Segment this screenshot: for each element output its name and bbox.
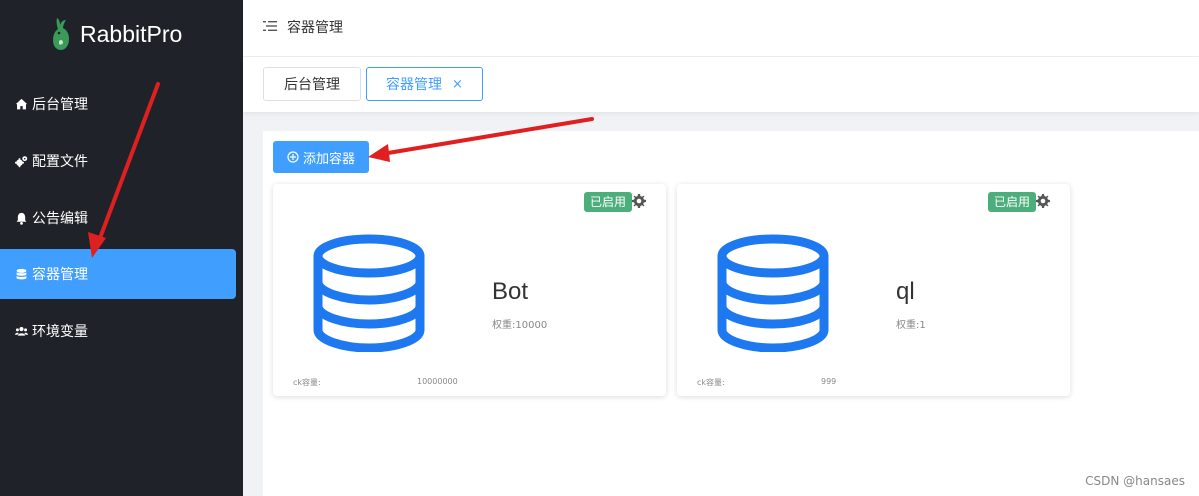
- sidebar-item-label: 后台管理: [32, 97, 88, 113]
- container-weight: 权重:1: [896, 320, 926, 331]
- capacity-value: 999: [821, 377, 837, 386]
- sidebar-item-label: 公告编辑: [32, 211, 88, 227]
- database-icon: [313, 234, 425, 352]
- menu-fold-icon[interactable]: [263, 19, 277, 33]
- add-container-label: 添加容器: [302, 151, 355, 167]
- status-badge: 已启用: [583, 192, 632, 212]
- container-name: ql: [896, 278, 915, 305]
- gear-icon[interactable]: [632, 194, 646, 208]
- tab-close-button[interactable]: ×: [452, 77, 463, 92]
- sidebar-item-label: 配置文件: [32, 154, 88, 170]
- users-icon: [14, 324, 28, 338]
- top-bar: 容器管理: [243, 0, 1199, 57]
- add-container-button[interactable]: 添加容器: [273, 141, 369, 173]
- sidebar-item-label: 环境变量: [32, 324, 88, 340]
- tab-dashboard[interactable]: 后台管理: [263, 67, 361, 101]
- sidebar-item-containers[interactable]: 容器管理: [0, 249, 236, 299]
- tab-label: 容器管理: [386, 77, 443, 93]
- gear-icon[interactable]: [1036, 194, 1050, 208]
- gears-icon: [14, 154, 28, 168]
- sidebar: RabbitPro 后台管理 配置文件 公告编辑 容器管理 环境变量: [0, 0, 243, 496]
- sidebar-item-notice[interactable]: 公告编辑: [0, 193, 236, 243]
- sidebar-item-label: 容器管理: [32, 267, 88, 283]
- database-icon: [14, 267, 28, 281]
- bell-icon: [14, 211, 28, 225]
- container-card[interactable]: 已启用 ql 权重:1 ck容量: 999: [677, 184, 1070, 396]
- container-name: Bot: [492, 278, 529, 305]
- capacity-label: ck容量:: [697, 378, 725, 387]
- brand[interactable]: RabbitPro: [50, 16, 182, 52]
- tab-containers[interactable]: 容器管理 ×: [366, 67, 483, 101]
- container-card[interactable]: 已启用 Bot 权重:10000 ck容量: 10000000: [273, 184, 666, 396]
- container-weight: 权重:10000: [492, 320, 548, 331]
- sidebar-item-dashboard[interactable]: 后台管理: [0, 79, 236, 129]
- database-icon: [717, 234, 829, 352]
- capacity-label: ck容量:: [293, 378, 321, 387]
- status-badge: 已启用: [987, 192, 1036, 212]
- plus-circle-icon: [287, 151, 299, 163]
- main-content: 添加容器 已启用 Bot 权重:10000 ck容量: 10000000 已启用: [263, 131, 1199, 496]
- watermark: CSDN @hansaes: [1085, 474, 1185, 488]
- sidebar-item-config[interactable]: 配置文件: [0, 136, 236, 186]
- brand-title: RabbitPro: [80, 20, 183, 47]
- sidebar-item-env[interactable]: 环境变量: [0, 306, 236, 356]
- rabbit-logo-icon: [53, 18, 69, 50]
- page-title: 容器管理: [287, 20, 343, 36]
- capacity-value: 10000000: [417, 377, 458, 386]
- tab-label: 后台管理: [284, 77, 340, 93]
- home-icon: [14, 97, 28, 111]
- tab-bar: 后台管理 容器管理 ×: [243, 57, 1199, 112]
